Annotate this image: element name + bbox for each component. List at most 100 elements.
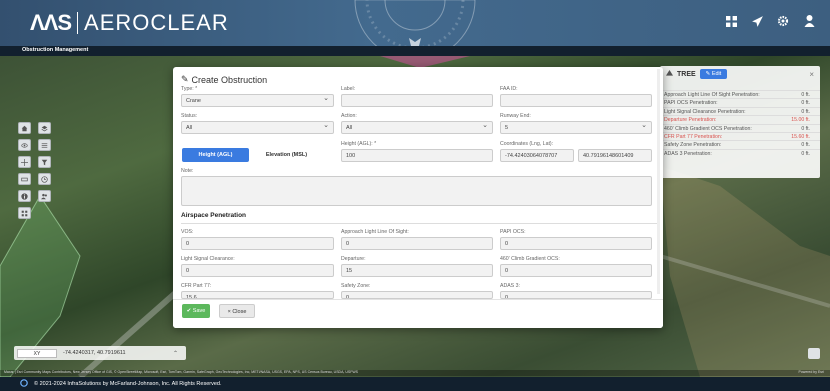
departure-input[interactable]: 15 <box>341 264 493 277</box>
tree-row: CFR Part 77 Penetration: 15.60 ft. <box>660 131 820 140</box>
tree-title: TREE <box>677 70 696 78</box>
airplane-icon[interactable] <box>750 14 764 28</box>
tree-row-label: CFR Part 77 Penetration: <box>664 133 723 140</box>
attribution-right: Powered by Esri <box>798 370 824 374</box>
list-icon[interactable] <box>38 139 51 151</box>
eye-icon[interactable] <box>18 139 31 151</box>
departure-label: Departure: <box>341 256 366 262</box>
label-input[interactable] <box>341 94 493 107</box>
light-signal-input[interactable]: 0 <box>181 264 334 277</box>
status-label: Status: <box>181 113 198 119</box>
tree-row-value: 0 ft. <box>801 150 810 157</box>
runway-end-label: Runway End: <box>500 113 531 119</box>
attribution-text: Maxar | Esri Community Maps Contributors… <box>4 370 358 374</box>
save-label: Save <box>192 308 206 314</box>
grid-apps-icon[interactable] <box>724 14 738 28</box>
tree-row: PAPI OCS Penetration: 0 ft. <box>660 98 820 106</box>
climb-gradient-input[interactable]: 0 <box>500 264 652 277</box>
sub-header: Obstruction Management <box>0 46 830 56</box>
footer: © 2021-2024 InfraSolutions by McFarland-… <box>0 377 830 391</box>
coordinate-readout: XY -74.4240317, 40.7919611 ⌃ <box>14 346 186 360</box>
status-select[interactable]: All <box>181 121 334 134</box>
edit-label: Edit <box>711 71 722 77</box>
layers-icon[interactable] <box>38 122 51 134</box>
vos-label: VOS: <box>181 229 194 235</box>
papi-ocs-input[interactable]: 0 <box>500 237 652 250</box>
compass-decoration <box>354 0 476 46</box>
users-icon[interactable] <box>38 190 51 202</box>
approach-light-label: Approach Light Line Of Sight: <box>341 229 409 235</box>
latitude-input[interactable]: 40.79196148601409 <box>578 149 652 162</box>
longitude-input[interactable]: -74.42403064078707 <box>500 149 574 162</box>
cfr-part77-label: CFR Part 77: <box>181 283 212 289</box>
home-icon[interactable] <box>18 122 31 134</box>
tree-row-label: Light Signal Clearance Penetration: <box>664 108 746 115</box>
close-icon[interactable]: × <box>809 70 814 79</box>
note-label: Note: <box>181 168 194 174</box>
close-button[interactable]: × Close <box>219 304 255 318</box>
tree-row-label: PAPI OCS Penetration: <box>664 100 718 107</box>
map-attribution: Maxar | Esri Community Maps Contributors… <box>0 370 830 376</box>
cfr-part77-input[interactable]: 15.6 <box>181 291 334 299</box>
safety-zone-input[interactable]: 0 <box>341 291 493 299</box>
save-button[interactable]: ✔ Save <box>182 304 210 318</box>
type-select[interactable]: Crane <box>181 94 334 107</box>
climb-gradient-label: 460' Climb Gradient OCS: <box>500 256 560 262</box>
tree-row-value: 15.00 ft. <box>791 117 810 124</box>
create-obstruction-dialog: ✎ Create Obstruction Type: * Crane Label… <box>173 67 663 328</box>
tree-row: 460' Climb Gradient OCS Penetration: 0 ft… <box>660 123 820 132</box>
faa-id-label: FAA ID: <box>500 86 518 92</box>
top-header: ΛΛS AEROCLEAR <box>0 0 830 46</box>
papi-ocs-label: PAPI OCS: <box>500 229 526 235</box>
approach-light-input[interactable]: 0 <box>341 237 493 250</box>
safety-zone-label: Safety Zone: <box>341 283 371 289</box>
chevron-up-icon[interactable]: ⌃ <box>173 350 178 357</box>
dialog-title-text: Create Obstruction <box>191 74 268 85</box>
clock-icon[interactable] <box>38 173 51 185</box>
tree-info-panel: TREE ✎ Edit × Approach Light Line Of Sig… <box>660 66 820 178</box>
faa-id-input[interactable] <box>500 94 652 107</box>
type-label: Type: * <box>181 86 198 92</box>
vos-input[interactable]: 0 <box>181 237 334 250</box>
height-agl-tab[interactable]: Height (AGL) <box>182 148 249 162</box>
action-select[interactable]: All <box>341 121 493 134</box>
tree-row-value: 0 ft. <box>801 125 810 132</box>
gear-icon[interactable] <box>776 14 790 28</box>
tree-row-label: Safety Zone Penetration: <box>664 142 722 149</box>
map-expand-icon[interactable] <box>808 348 820 359</box>
tree-row-label: Approach Light Line Of Sight Penetration… <box>664 92 760 98</box>
tree-row: Departure Penetration: 15.00 ft. <box>660 115 820 123</box>
adas3-input[interactable]: 0 <box>500 291 652 299</box>
label-label: Label: <box>341 86 356 92</box>
crosshair-icon[interactable] <box>18 156 31 168</box>
tree-row-value: 0 ft. <box>801 100 810 107</box>
note-textarea[interactable] <box>181 176 652 206</box>
height-agl-label: Height (AGL): * <box>341 141 377 147</box>
measure-icon[interactable] <box>18 173 31 185</box>
logo-divider <box>77 12 79 34</box>
filter-icon[interactable] <box>38 156 51 168</box>
tree-row: Light Signal Clearance Penetration: 0 ft. <box>660 106 820 115</box>
tree-row: ADAS 3 Penetration: 0 ft. <box>660 148 820 157</box>
tree-row-label: 460' Climb Gradient OCS Penetration: <box>664 125 752 132</box>
tree-rows: Approach Light Line Of Sight Penetration… <box>660 82 820 157</box>
tree-edit-button[interactable]: ✎ Edit <box>699 69 728 79</box>
elevation-msl-tab[interactable]: Elevation (MSL) <box>253 148 320 162</box>
runway-end-select[interactable]: 5 <box>500 121 652 134</box>
dialog-scrollbar[interactable] <box>657 69 660 294</box>
grid-icon[interactable] <box>18 207 31 219</box>
company-logo-icon <box>20 379 28 389</box>
tree-row: Approach Light Line Of Sight Penetration… <box>660 90 820 98</box>
tree-row-value: 15.60 ft. <box>791 133 810 140</box>
light-signal-label: Light Signal Clearance: <box>181 256 235 262</box>
tree-row-value: 0 ft. <box>801 108 810 115</box>
logo[interactable]: ΛΛS AEROCLEAR <box>30 10 229 36</box>
coordinate-type-select[interactable]: XY <box>17 348 57 358</box>
height-agl-input[interactable]: 100 <box>341 149 493 162</box>
user-icon[interactable] <box>802 14 816 28</box>
tree-row: Safety Zone Penetration: 0 ft. <box>660 140 820 148</box>
tree-icon <box>666 69 673 79</box>
logo-mark: ΛΛS <box>30 10 72 35</box>
info-icon[interactable] <box>18 190 31 202</box>
coordinates-label: Coordinates (Lng, Lat): <box>500 141 554 147</box>
